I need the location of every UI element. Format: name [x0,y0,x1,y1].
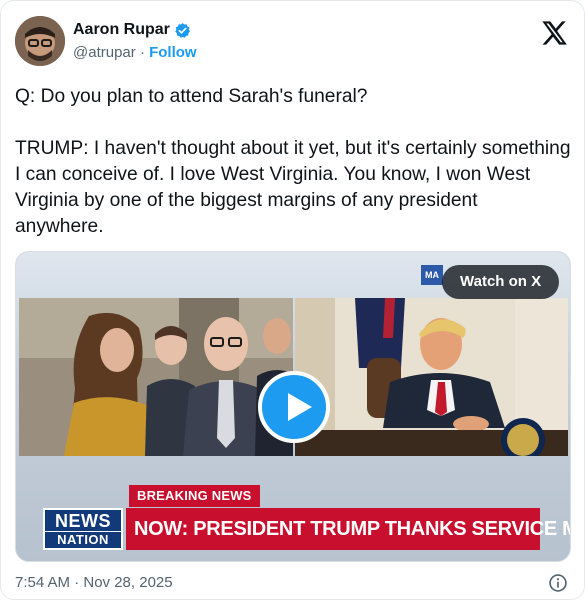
video-player[interactable]: MA Watch on X BREAKING NEWS NEWS NATION … [15,251,571,562]
channel-corner-tag: MA [421,265,443,285]
avatar[interactable] [15,16,65,66]
breaking-news-label: BREAKING NEWS [129,485,260,507]
news-headline: NOW: PRESIDENT TRUMP THANKS SERVICE MEMB… [126,508,570,550]
tweet-paragraph: Q: Do you plan to attend Sarah's funeral… [15,86,368,107]
video-frame-left [19,298,293,456]
author-handle[interactable]: @atrupar [73,44,136,61]
video-frame-right [295,298,568,456]
tweet-paragraph: TRUMP: I haven't thought about it yet, b… [15,138,571,237]
tweet-card: Aaron Rupar @atrupar · Follow Q: Do you … [0,0,585,600]
play-button[interactable] [258,371,330,443]
news-nation-logo: NEWS NATION [43,508,123,550]
news-lower-third: BREAKING NEWS NEWS NATION NOW: PRESIDENT… [16,474,570,561]
watch-on-x-button[interactable]: Watch on X [442,265,560,299]
logo-news-text: NEWS [55,511,111,531]
author-name[interactable]: Aaron Rupar [73,21,170,39]
x-logo-icon[interactable] [540,19,568,47]
author-name-row[interactable]: Aaron Rupar [73,21,191,39]
play-icon [288,393,312,421]
logo-nation-text: NATION [45,531,121,548]
handle-row: @atrupar · Follow [73,44,197,61]
tweet-timestamp[interactable]: 7:54 AM · Nov 28, 2025 [15,574,173,591]
verified-badge-icon [174,22,191,39]
handle-separator: · [139,44,145,61]
tweet-text: Q: Do you plan to attend Sarah's funeral… [15,84,571,240]
info-icon[interactable] [548,573,568,593]
follow-button[interactable]: Follow [149,44,197,61]
